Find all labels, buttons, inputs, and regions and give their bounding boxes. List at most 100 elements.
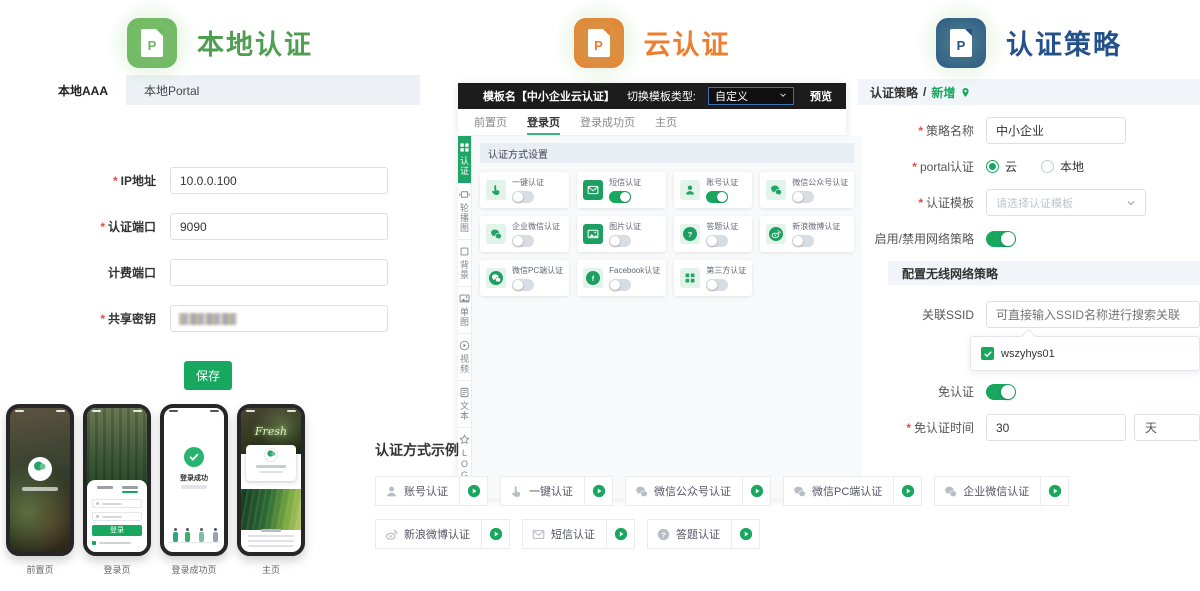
play-button[interactable]: [742, 477, 770, 505]
auth-example-item[interactable]: 微信PC端认证: [783, 476, 922, 506]
auth-example-item[interactable]: 短信认证: [522, 519, 635, 549]
editor-sidebar-item[interactable]: 轮播图: [458, 183, 471, 240]
chevron-down-icon: [1126, 198, 1136, 208]
policy-name-input[interactable]: [986, 117, 1126, 144]
exempt-time-input[interactable]: [986, 414, 1126, 441]
auth-example-item[interactable]: 账号认证: [375, 476, 488, 506]
auth-example-item[interactable]: ?答题认证: [647, 519, 760, 549]
save-button[interactable]: 保存: [184, 361, 232, 390]
field-input-2[interactable]: [170, 259, 388, 286]
phone-caption: 主页: [262, 563, 280, 576]
auth-method-toggle[interactable]: [512, 191, 534, 203]
ssid-option[interactable]: wszyhys01: [981, 347, 1189, 360]
template-type-select[interactable]: 自定义: [708, 87, 794, 105]
auth-example-label: 答题认证: [676, 526, 720, 542]
hand-icon: [510, 485, 523, 498]
cloud-auth-panel: P 云认证 模板名【中小企业云认证】 切换模板类型: 自定义 预览 前置页登录页…: [458, 0, 846, 499]
login-tab-active[interactable]: [122, 486, 138, 493]
checkbox-checked-icon[interactable]: [981, 347, 994, 360]
auth-method-label: 答题认证: [706, 221, 746, 232]
auth-method-toggle[interactable]: [706, 235, 728, 247]
exempt-auth-toggle[interactable]: [986, 384, 1016, 400]
auth-method-toggle[interactable]: [792, 235, 814, 247]
store-photo: [87, 408, 147, 489]
auth-template-select[interactable]: 请选择认证模板: [986, 189, 1146, 216]
phone-front-page: 前置页: [6, 404, 74, 576]
auth-example-item[interactable]: 一键认证: [500, 476, 613, 506]
doc-letter: P: [594, 39, 603, 52]
login-button[interactable]: 登录: [92, 525, 142, 536]
phone-success-page: 登录成功 登录成功页: [160, 404, 228, 576]
play-button[interactable]: [893, 477, 921, 505]
switch-type-label: 切换模板类型:: [627, 88, 696, 104]
local-form-row: *IP地址: [0, 167, 440, 194]
auth-method-toggle[interactable]: [706, 279, 728, 291]
preview-button[interactable]: 预览: [806, 88, 836, 104]
phone-login-page: 登录 登录页: [83, 404, 151, 576]
auth-method-label: 企业微信认证: [512, 221, 563, 232]
auth-example-item[interactable]: 新浪微博认证: [375, 519, 510, 549]
login-card: 登录: [87, 480, 147, 552]
editor-sidebar-item[interactable]: 文本: [458, 381, 471, 428]
exempt-time-unit-select[interactable]: 天: [1134, 414, 1200, 441]
policy-name-label: *策略名称: [858, 122, 986, 139]
editor-tab-1[interactable]: 登录页: [527, 109, 560, 135]
login-tab[interactable]: [97, 486, 113, 489]
local-auth-tabbar: 本地AAA本地Portal: [40, 75, 420, 105]
editor-sidebar-item[interactable]: 背景: [458, 240, 471, 287]
editor-tabbar: 前置页登录页登录成功页主页: [458, 109, 846, 136]
auth-example-label: 账号认证: [404, 483, 448, 499]
ssid-search-input[interactable]: [986, 301, 1200, 328]
auth-policy-title: 认证策略: [1006, 23, 1122, 62]
auth-method-toggle[interactable]: [609, 191, 631, 203]
portal-radio-cloud[interactable]: 云: [986, 158, 1017, 175]
login-input[interactable]: [92, 512, 142, 521]
play-button[interactable]: [481, 520, 509, 548]
field-input-1[interactable]: [170, 213, 388, 240]
local-auth-panel: P 本地认证 本地AAA本地Portal *IP地址*认证端口计费端口*共享密钥…: [0, 0, 440, 390]
svg-text:?: ?: [688, 230, 693, 239]
ssid-dropdown: wszyhys01: [970, 336, 1200, 371]
local-tab-0[interactable]: 本地AAA: [40, 75, 126, 105]
breadcrumb: 认证策略 / 新增: [858, 79, 1200, 105]
login-input[interactable]: [92, 499, 142, 508]
field-input-0[interactable]: [170, 167, 388, 194]
auth-method-toggle[interactable]: [792, 191, 814, 203]
auth-method-label: 微信公众号认证: [792, 177, 848, 188]
editor-sidebar-item[interactable]: 视频: [458, 334, 471, 381]
auth-example-item[interactable]: 企业微信认证: [934, 476, 1069, 506]
play-button[interactable]: [459, 477, 487, 505]
auth-example-item[interactable]: 微信公众号认证: [625, 476, 771, 506]
auth-method-toggle[interactable]: [609, 279, 631, 291]
welcome-text-bar: [22, 487, 58, 491]
local-form-row: *共享密钥: [0, 305, 440, 332]
editor-sidebar-item[interactable]: 认证: [458, 136, 471, 183]
exempt-auth-label: 免认证: [858, 383, 986, 400]
hand-icon: [486, 180, 506, 200]
enable-network-policy-toggle[interactable]: [986, 231, 1016, 247]
wechat-icon: [486, 224, 506, 244]
ssid-label: 关联SSID: [858, 306, 986, 323]
auth-example-label: 短信认证: [551, 526, 595, 542]
local-auth-form: *IP地址*认证端口计费端口*共享密钥: [0, 167, 440, 332]
wechat-icon: [486, 268, 506, 288]
play-button[interactable]: [731, 520, 759, 548]
breadcrumb-root[interactable]: 认证策略: [870, 84, 918, 101]
auth-example-label: 企业微信认证: [963, 483, 1029, 499]
phone-screen-success: 登录成功: [160, 404, 228, 556]
portal-radio-local[interactable]: 本地: [1041, 158, 1084, 175]
auth-method-label: 第三方认证: [706, 265, 746, 276]
agree-row[interactable]: [92, 541, 142, 545]
auth-method-toggle[interactable]: [609, 235, 631, 247]
editor-tab-2[interactable]: 登录成功页: [580, 109, 635, 135]
play-button[interactable]: [1040, 477, 1068, 505]
editor-tab-3[interactable]: 主页: [655, 109, 677, 135]
play-button[interactable]: [606, 520, 634, 548]
auth-example-label: 微信PC端认证: [812, 483, 882, 499]
editor-sidebar-item[interactable]: 单图: [458, 287, 471, 334]
auth-method-toggle[interactable]: [512, 235, 534, 247]
editor-tab-0[interactable]: 前置页: [474, 109, 507, 135]
auth-method-toggle[interactable]: [512, 279, 534, 291]
auth-method-toggle[interactable]: [706, 191, 728, 203]
play-button[interactable]: [584, 477, 612, 505]
